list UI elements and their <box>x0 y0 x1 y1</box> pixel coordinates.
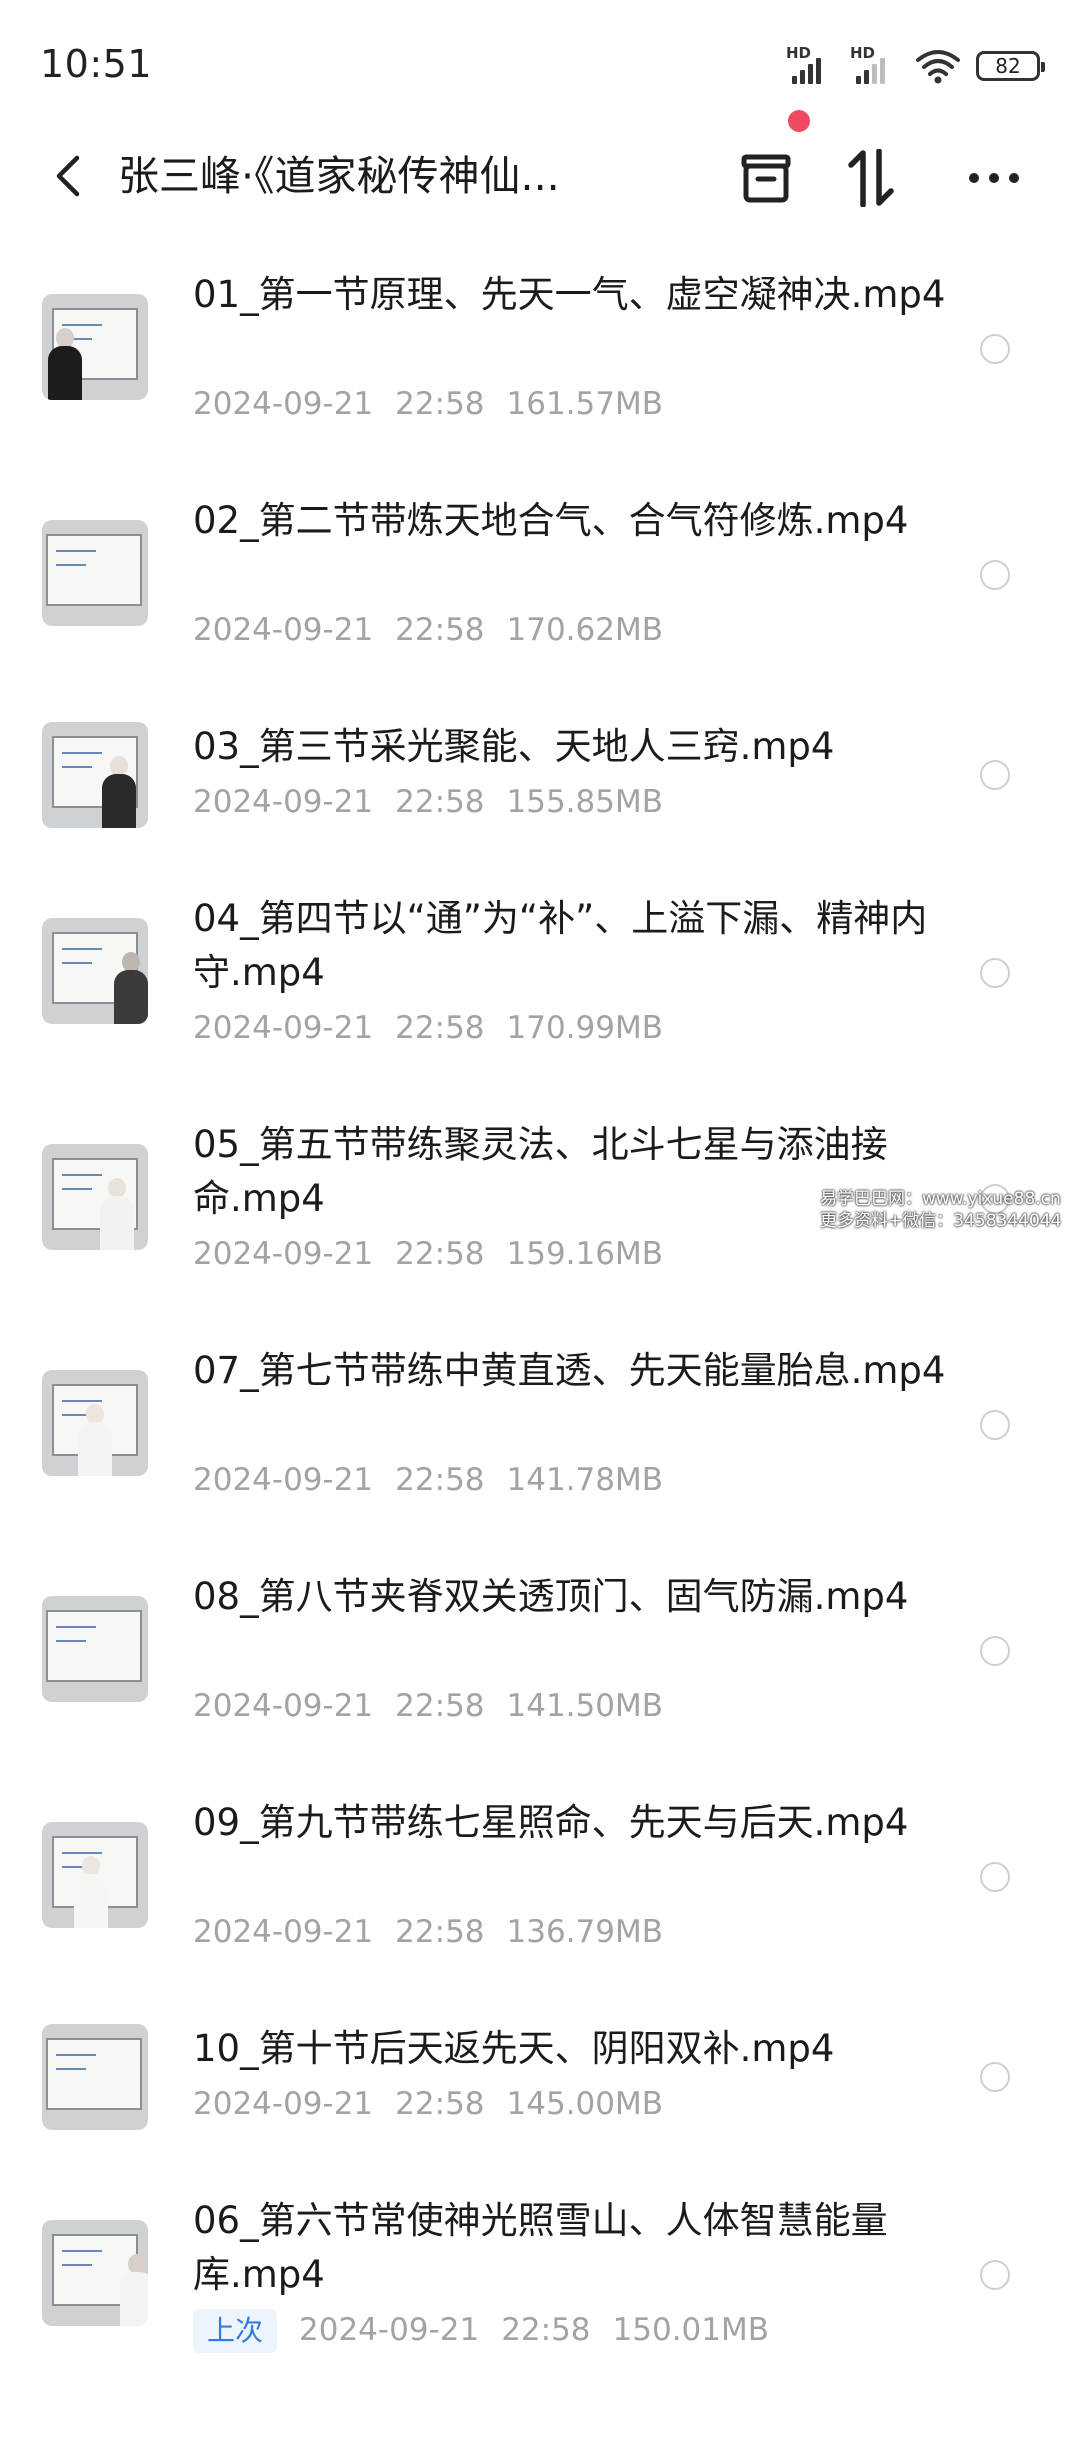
file-time: 22:58 <box>395 1236 485 1272</box>
video-thumbnail <box>42 2220 148 2326</box>
video-thumbnail <box>42 1144 148 1250</box>
file-name: 08_第八节夹脊双关透顶门、固气防漏.mp4 <box>193 1575 909 1618</box>
file-time: 22:58 <box>395 386 485 422</box>
file-meta: 2024-09-21 22:58 141.50MB <box>193 1684 685 1728</box>
status-bar: 10:51 HD HD 82 <box>0 0 1080 130</box>
file-time: 22:58 <box>395 1688 485 1724</box>
file-name: 07_第七节带练中黄直透、先天能量胎息.mp4 <box>193 1349 946 1392</box>
back-button[interactable] <box>40 148 96 204</box>
file-date: 2024-09-21 <box>193 1914 374 1950</box>
file-name: 09_第九节带练七星照命、先天与后天.mp4 <box>193 1801 909 1844</box>
file-size: 150.01MB <box>612 2312 770 2348</box>
file-name: 02_第二节带炼天地合气、合气符修炼.mp4 <box>193 499 909 542</box>
file-meta: 2024-09-21 22:58 136.79MB <box>193 1910 685 1954</box>
file-date: 2024-09-21 <box>193 386 374 422</box>
select-radio[interactable] <box>980 760 1010 790</box>
file-date: 2024-09-21 <box>193 784 374 820</box>
file-date: 2024-09-21 <box>193 1462 374 1498</box>
file-date: 2024-09-21 <box>299 2312 480 2348</box>
select-radio[interactable] <box>980 334 1010 364</box>
file-time: 22:58 <box>395 612 485 648</box>
video-thumbnail <box>42 722 148 828</box>
file-name: 01_第一节原理、先天一气、虚空凝神决.mp4 <box>193 273 946 316</box>
file-meta: 2024-09-21 22:58 145.00MB <box>193 2082 685 2126</box>
header: 张三峰·《道家秘传神仙... <box>0 120 1080 240</box>
select-radio[interactable] <box>980 1636 1010 1666</box>
watermark-line-2: 更多资料+微信：3458344044 <box>820 1211 1062 1231</box>
select-radio[interactable] <box>980 2062 1010 2092</box>
select-radio[interactable] <box>980 560 1010 590</box>
collect-button[interactable] <box>732 144 800 212</box>
status-time: 10:51 <box>40 42 153 86</box>
file-meta: 2024-09-21 22:58 141.78MB <box>193 1458 685 1502</box>
file-size: 136.79MB <box>506 1914 663 1950</box>
file-date: 2024-09-21 <box>193 1010 374 1046</box>
last-played-badge: 上次 <box>193 2309 278 2353</box>
file-name: 03_第三节采光聚能、天地人三窍.mp4 <box>193 725 835 768</box>
file-time: 22:58 <box>395 1010 485 1046</box>
back-arrow-icon <box>56 155 80 197</box>
file-size: 141.50MB <box>506 1688 663 1724</box>
video-thumbnail <box>42 294 148 400</box>
file-time: 22:58 <box>395 2086 485 2122</box>
video-thumbnail <box>42 1596 148 1702</box>
select-radio[interactable] <box>980 2260 1010 2290</box>
file-size: 170.62MB <box>506 612 663 648</box>
video-thumbnail <box>42 918 148 1024</box>
video-thumbnail <box>42 520 148 626</box>
select-radio[interactable] <box>980 1862 1010 1892</box>
cellular-signal-icon: HD <box>786 44 836 86</box>
page-title: 张三峰·《道家秘传神仙... <box>118 152 560 200</box>
file-time: 22:58 <box>395 784 485 820</box>
watermark: 易学巴巴网：www.yixue88.cn 更多资料+微信：3458344044 <box>820 1188 1061 1232</box>
select-radio[interactable] <box>980 958 1010 988</box>
collect-box-icon <box>741 154 791 203</box>
watermark-line-1: 易学巴巴网：www.yixue88.cn <box>820 1189 1061 1209</box>
file-meta: 上次 2024-09-21 22:58 150.01MB <box>193 2308 791 2353</box>
file-size: 155.85MB <box>506 784 663 820</box>
wifi-icon <box>916 50 960 84</box>
notification-dot <box>788 110 810 132</box>
file-date: 2024-09-21 <box>193 2086 374 2122</box>
more-icon <box>969 173 1019 183</box>
file-meta: 2024-09-21 22:58 170.62MB <box>193 608 685 652</box>
file-meta: 2024-09-21 22:58 155.85MB <box>193 780 685 824</box>
file-size: 145.00MB <box>506 2086 663 2122</box>
select-radio[interactable] <box>980 1410 1010 1440</box>
cellular-signal-2-icon: HD <box>850 44 900 86</box>
file-time: 22:58 <box>501 2312 591 2348</box>
file-time: 22:58 <box>395 1462 485 1498</box>
file-size: 141.78MB <box>506 1462 663 1498</box>
file-time: 22:58 <box>395 1914 485 1950</box>
video-thumbnail <box>42 1822 148 1928</box>
file-size: 159.16MB <box>506 1236 663 1272</box>
sort-icon <box>848 149 894 207</box>
file-size: 161.57MB <box>506 386 663 422</box>
file-name: 10_第十节后天返先天、阴阳双补.mp4 <box>193 2027 835 2070</box>
file-meta: 2024-09-21 22:58 170.99MB <box>193 1006 685 1050</box>
file-date: 2024-09-21 <box>193 1236 374 1272</box>
more-button[interactable] <box>960 144 1028 212</box>
file-name: 04_第四节以“通”为“补”、上溢下漏、精神内守.mp4 <box>193 897 928 994</box>
file-meta: 2024-09-21 22:58 161.57MB <box>193 382 685 426</box>
file-size: 170.99MB <box>506 1010 663 1046</box>
file-name: 06_第六节常使神光照雪山、人体智慧能量库.mp4 <box>193 2199 888 2296</box>
video-thumbnail <box>42 1370 148 1476</box>
file-meta: 2024-09-21 22:58 159.16MB <box>193 1232 685 1276</box>
battery-icon: 82 <box>976 51 1045 81</box>
file-date: 2024-09-21 <box>193 612 374 648</box>
status-icons: HD HD 82 <box>786 44 1045 88</box>
video-thumbnail <box>42 2024 148 2130</box>
file-date: 2024-09-21 <box>193 1688 374 1724</box>
battery-level: 82 <box>995 54 1021 78</box>
sort-button[interactable] <box>838 144 906 212</box>
